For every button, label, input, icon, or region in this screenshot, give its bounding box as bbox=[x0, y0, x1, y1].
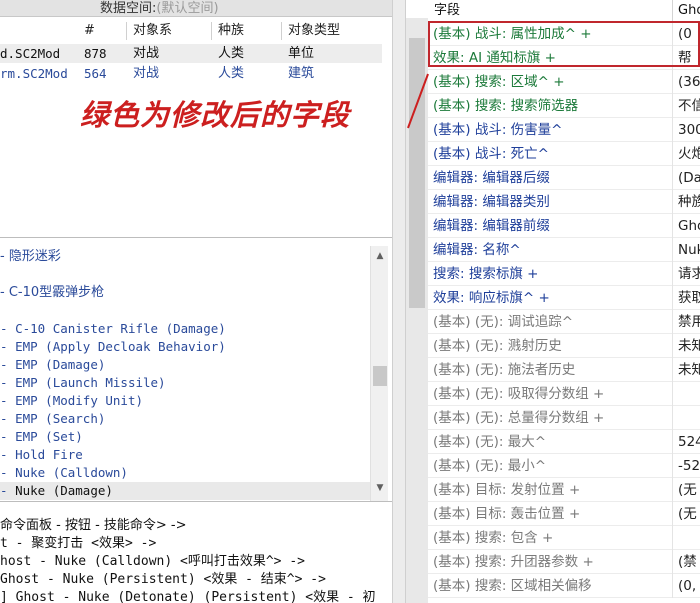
arrow-line bbox=[407, 73, 429, 129]
annotation-text: 绿色为修改后的字段 bbox=[80, 98, 351, 132]
annotation-arrow bbox=[407, 73, 429, 129]
